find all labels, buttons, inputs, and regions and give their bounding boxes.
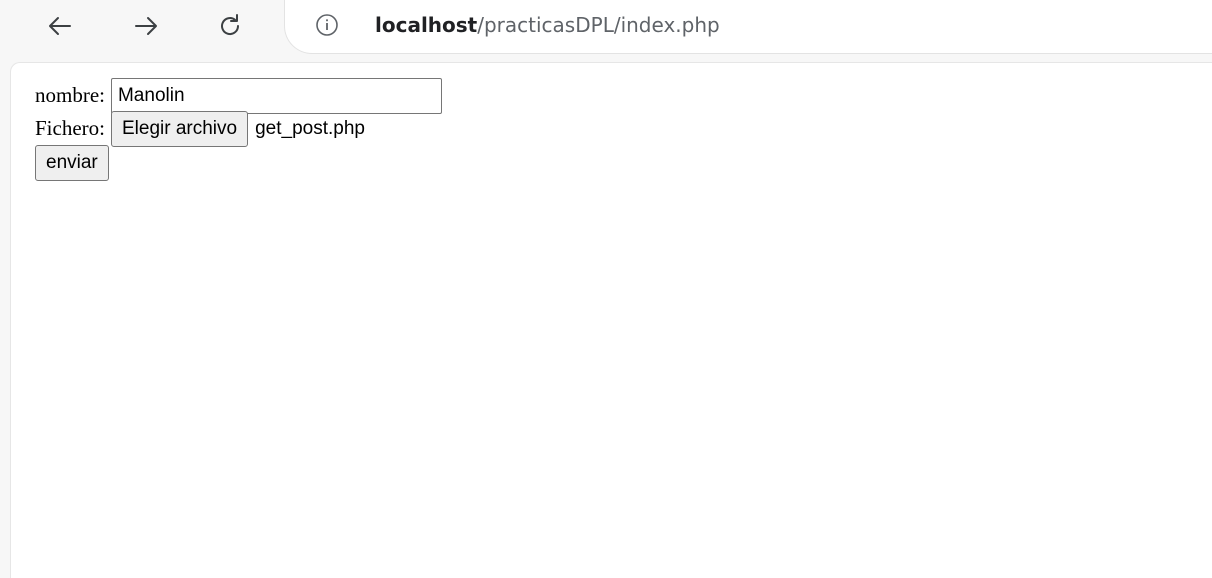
- choose-file-button[interactable]: Elegir archivo: [110, 110, 249, 147]
- browser-toolbar: localhost/practicasDPL/index.php: [0, 0, 1212, 60]
- name-input[interactable]: [110, 77, 442, 114]
- forward-arrow-icon[interactable]: [132, 12, 160, 40]
- url-path: /practicasDPL/index.php: [477, 13, 720, 37]
- upload-form: nombre: Fichero: Elegir archivo get_post…: [35, 77, 442, 181]
- submit-button[interactable]: enviar: [35, 144, 109, 181]
- info-icon[interactable]: [315, 13, 339, 37]
- file-label: Fichero:: [35, 116, 105, 140]
- name-row: nombre:: [35, 77, 442, 114]
- file-row: Fichero: Elegir archivo get_post.php: [35, 110, 442, 147]
- submit-row: enviar: [35, 144, 442, 181]
- back-arrow-icon[interactable]: [46, 12, 74, 40]
- page-viewport: nombre: Fichero: Elegir archivo get_post…: [10, 62, 1212, 578]
- selected-file-name: get_post.php: [255, 117, 365, 139]
- reload-icon[interactable]: [216, 12, 244, 40]
- url-host: localhost: [375, 13, 478, 37]
- url-text[interactable]: localhost/practicasDPL/index.php: [375, 13, 720, 37]
- address-bar[interactable]: localhost/practicasDPL/index.php: [284, 0, 1212, 54]
- name-label: nombre:: [35, 83, 105, 107]
